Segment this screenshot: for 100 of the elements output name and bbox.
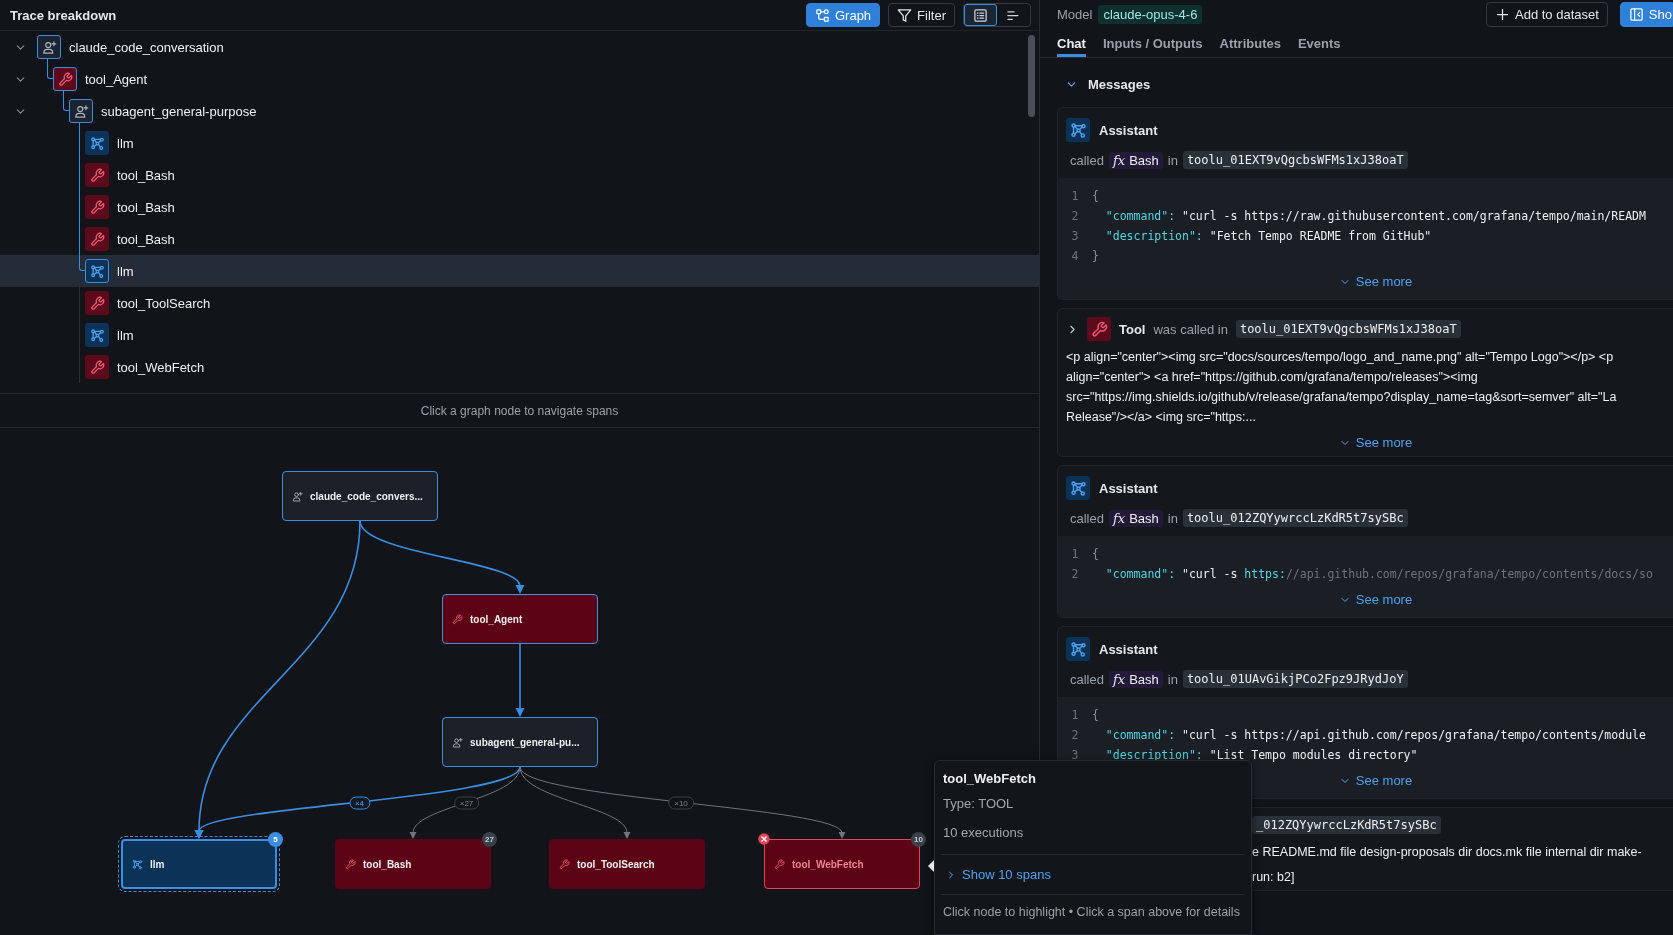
network-icon bbox=[85, 259, 109, 283]
in-text: in bbox=[1167, 510, 1178, 526]
line-number: 2 bbox=[1070, 567, 1080, 581]
span-name: llm bbox=[117, 327, 134, 343]
hint-text: Click a graph node to navigate spans bbox=[420, 403, 619, 418]
role-label: Assistant bbox=[1099, 641, 1158, 657]
graph-icon bbox=[814, 7, 830, 23]
see-more-link[interactable]: See more bbox=[1338, 592, 1413, 607]
call-id: toolu_01EXT9vQgcbsWFMs1xJ38oaT bbox=[1182, 151, 1408, 169]
filter-button[interactable]: Filter bbox=[888, 3, 955, 27]
output-text: e README.md file design-proposals dir docs.mk file internal dir make- bbox=[1252, 844, 1643, 861]
graph-node[interactable]: tool_ToolSearch bbox=[549, 839, 705, 889]
model-badge: claude-opus-4-6 bbox=[1098, 5, 1203, 24]
network-icon bbox=[1066, 637, 1090, 661]
tree-row[interactable]: tool_Bash bbox=[0, 223, 1039, 255]
span-name: claude_code_conversation bbox=[69, 39, 224, 55]
function-name: Bash bbox=[1129, 510, 1159, 526]
wrench-icon bbox=[85, 163, 109, 187]
tooltip-hint: Click node to highlight • Click a span above for details bbox=[943, 905, 1241, 919]
count-badge: 10 bbox=[911, 832, 926, 847]
tree-row[interactable]: claude_code_conversation bbox=[0, 31, 1039, 63]
span-name: tool_WebFetch bbox=[117, 359, 205, 375]
function-symbol: fx bbox=[1112, 671, 1126, 687]
line-number: 4 bbox=[1070, 249, 1080, 263]
network-icon bbox=[85, 131, 109, 155]
network-icon bbox=[1066, 476, 1090, 500]
count-badge: 5 bbox=[268, 832, 283, 847]
graph-node[interactable]: claude_code_convers... bbox=[282, 471, 438, 521]
wrench-icon bbox=[53, 67, 77, 91]
wrench-icon bbox=[452, 613, 463, 625]
tree-row[interactable]: llm bbox=[0, 319, 1039, 351]
role-label: Assistant bbox=[1099, 480, 1158, 496]
add-to-dataset-button[interactable]: Add to dataset bbox=[1486, 2, 1608, 27]
in-text: in bbox=[1167, 152, 1178, 168]
person-plus-icon bbox=[452, 736, 463, 748]
span-name: tool_ToolSearch bbox=[117, 295, 211, 311]
tree-row[interactable]: tool_Bash bbox=[0, 191, 1039, 223]
tooltip-pointer bbox=[928, 860, 934, 872]
show-spans-link[interactable]: Show 10 spans bbox=[941, 854, 1245, 895]
see-more-link[interactable]: See more bbox=[1338, 435, 1413, 450]
network-icon bbox=[1066, 118, 1090, 142]
called-text: was called in bbox=[1153, 321, 1228, 337]
line-number: 3 bbox=[1070, 229, 1080, 243]
code-line: { bbox=[1092, 189, 1099, 203]
span-name: tool_Bash bbox=[117, 167, 175, 183]
function-name: Bash bbox=[1129, 671, 1159, 687]
line-number: 1 bbox=[1070, 708, 1080, 722]
tree-row[interactable]: tool_Bash bbox=[0, 159, 1039, 191]
wrench-icon bbox=[85, 195, 109, 219]
span-name: tool_Bash bbox=[117, 199, 175, 215]
span-name: tool_Agent bbox=[85, 71, 148, 87]
function-name: Bash bbox=[1129, 152, 1159, 168]
person-plus-icon bbox=[37, 35, 61, 59]
wrench-icon bbox=[85, 227, 109, 251]
error-icon bbox=[757, 832, 771, 846]
function-symbol: fx bbox=[1112, 510, 1126, 526]
tab[interactable]: Inputs / Outputs bbox=[1102, 29, 1203, 57]
line-number: 2 bbox=[1070, 728, 1080, 742]
tab[interactable]: Events bbox=[1297, 29, 1341, 57]
in-text: in bbox=[1167, 671, 1178, 687]
network-icon bbox=[85, 323, 109, 347]
output-text: <p align="center"><img src="docs/sources/tempo/logo_and_name.png" alt="Tempo Logo"></p> <p bbox=[1066, 349, 1615, 366]
edge-label: ×10 bbox=[668, 796, 694, 810]
role-label: Assistant bbox=[1099, 122, 1158, 138]
plus-icon bbox=[1495, 7, 1510, 22]
line-number: 3 bbox=[1070, 748, 1080, 762]
wrench-icon bbox=[345, 858, 356, 870]
edge-label: ×4 bbox=[348, 796, 371, 810]
wrench-icon bbox=[85, 355, 109, 379]
called-text: called bbox=[1070, 152, 1104, 168]
graph-node[interactable]: tool_Agent bbox=[442, 594, 598, 644]
tooltip-title: tool_WebFetch bbox=[943, 771, 1037, 786]
function-symbol: fx bbox=[1112, 152, 1126, 168]
call-id: toolu_01EXT9vQgcbsWFMs1xJ38oaT bbox=[1235, 320, 1461, 338]
tab[interactable]: Chat bbox=[1057, 29, 1086, 57]
output-text: src="https://img.shields.io/github/v/release/grafana/tempo?display_name=tag&sort=semver" alt="La bbox=[1066, 389, 1618, 406]
tab[interactable]: Attributes bbox=[1219, 29, 1281, 57]
person-plus-icon bbox=[69, 99, 93, 123]
model-label: Model bbox=[1057, 7, 1093, 22]
line-number: 2 bbox=[1070, 209, 1080, 223]
call-id: _012ZQYywrccLzKdR5t7sySBc bbox=[1252, 816, 1441, 834]
list-view-icon[interactable] bbox=[964, 4, 997, 26]
see-more-link[interactable]: See more bbox=[1338, 773, 1413, 788]
wrench-icon bbox=[774, 858, 785, 870]
edge-label: ×27 bbox=[453, 796, 480, 810]
graph-node[interactable]: subagent_general-pu... bbox=[442, 717, 598, 767]
role-label: Tool bbox=[1119, 321, 1146, 337]
see-more-link[interactable]: See more bbox=[1338, 274, 1413, 289]
called-text: called bbox=[1070, 671, 1104, 687]
scrollbar[interactable] bbox=[1028, 35, 1035, 117]
wrench-icon bbox=[85, 291, 109, 315]
line-number: 1 bbox=[1070, 547, 1080, 561]
tree-row[interactable]: tool_WebFetch bbox=[0, 351, 1039, 383]
graph-button[interactable]: Graph bbox=[805, 3, 881, 27]
network-icon bbox=[132, 858, 143, 870]
show-panel-button[interactable]: Sho bbox=[1619, 2, 1673, 27]
code-line: "description": "List Tempo modules directory" bbox=[1104, 748, 1418, 762]
node-type-text: Type: TOOL bbox=[943, 796, 1015, 811]
call-id: toolu_01UAvGikjPCo2Fpz9JRydJoY bbox=[1182, 670, 1408, 688]
panel-icon bbox=[1628, 7, 1644, 22]
